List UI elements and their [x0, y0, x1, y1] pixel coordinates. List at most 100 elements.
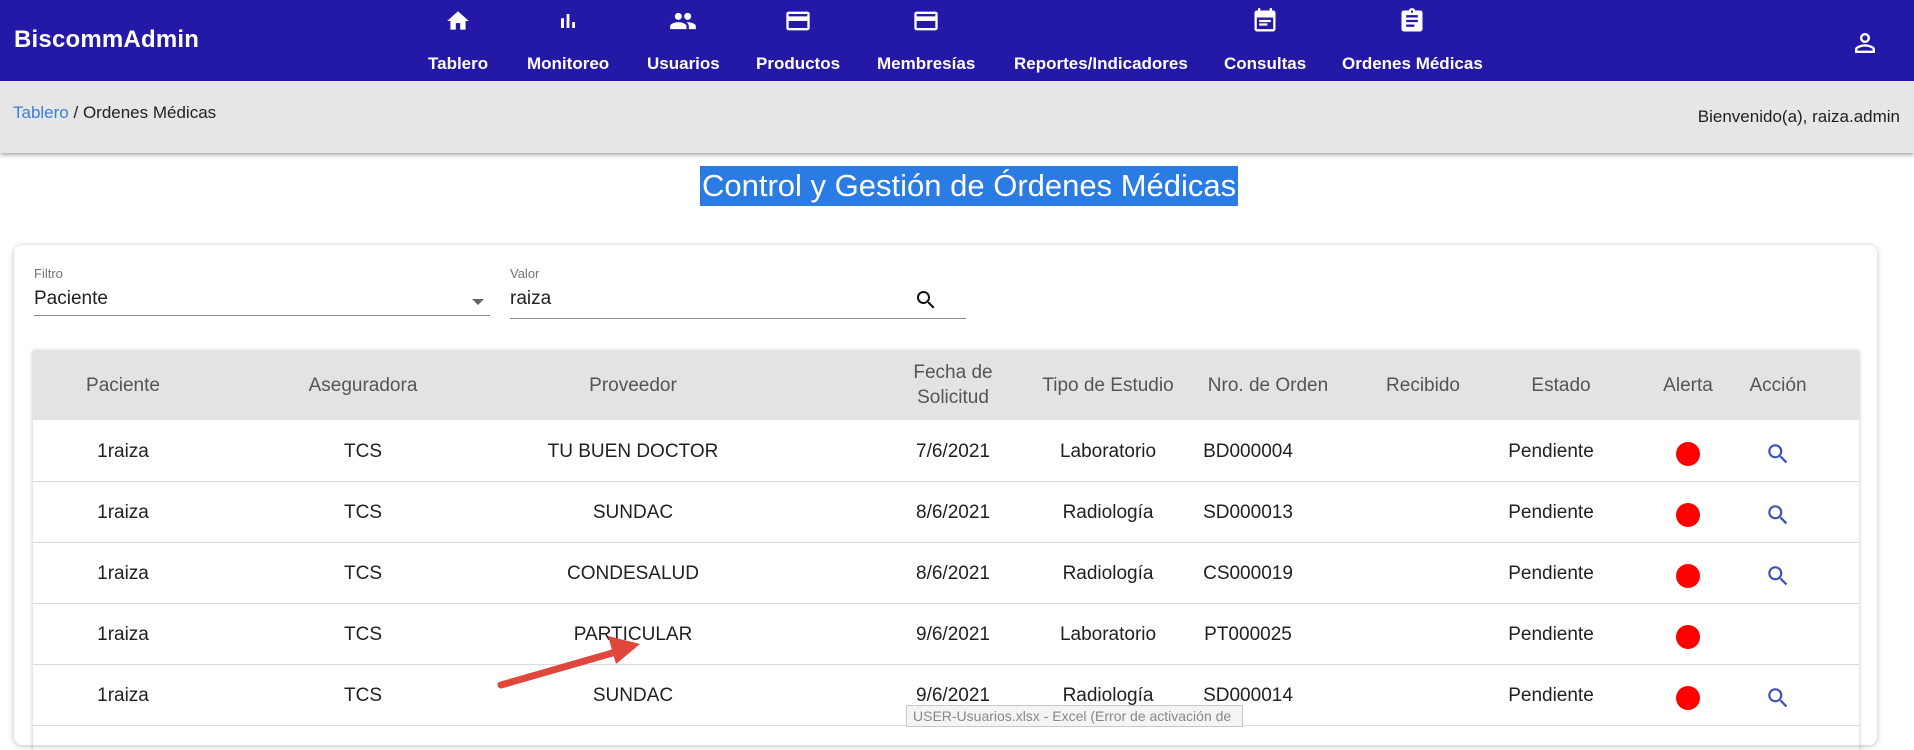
cell-estado: Pendiente — [1508, 501, 1594, 523]
nav-label: Consultas — [1224, 54, 1307, 73]
nav-label: Ordenes Médicas — [1342, 54, 1483, 73]
cell-nro-orden: CS000019 — [1203, 562, 1293, 584]
page-title: Control y Gestión de Órdenes Médicas — [700, 166, 1239, 206]
cell-aseguradora: TCS — [344, 684, 382, 706]
cell-accion — [1733, 604, 1823, 665]
nav-label: Reportes/Indicadores — [1014, 54, 1188, 73]
header-aseguradora[interactable]: Aseguradora — [283, 350, 443, 420]
account-icon[interactable] — [1850, 28, 1880, 58]
nav-label: Productos — [756, 54, 841, 73]
table-row[interactable]: 1raiza TCS CONDESALUD 8/6/2021 Radiología CS0… — [33, 543, 1859, 604]
nav-label: Membresías — [877, 54, 976, 73]
filter-value: Paciente — [34, 288, 108, 309]
search-icon[interactable] — [914, 288, 938, 312]
breadcrumb-home-link[interactable]: Tablero — [13, 103, 69, 122]
nav-item-ordenes-medicas[interactable]: Ordenes Médicas — [1342, 6, 1483, 78]
cell-alerta — [1643, 604, 1733, 665]
table-row[interactable]: 1raiza TCS SUNDAC 8/6/2021 Radiología SD00001… — [33, 482, 1859, 543]
search-input[interactable]: raiza — [510, 288, 551, 309]
value-label: Valor — [510, 266, 540, 281]
nav-item-monitoreo[interactable]: Monitoreo — [527, 6, 609, 78]
cell-recibido — [1353, 604, 1493, 665]
header-fecha-line1: Fecha de — [913, 362, 993, 383]
nav-item-reportes[interactable]: Reportes/Indicadores — [1014, 6, 1188, 78]
cell-recibido — [1353, 543, 1493, 604]
alert-status-dot — [1676, 441, 1700, 466]
nav-item-productos[interactable]: Productos — [756, 6, 840, 78]
alert-status-dot — [1676, 624, 1700, 649]
cell-nro-orden: SD000013 — [1203, 501, 1293, 523]
brand-title[interactable]: BiscommAdmin — [14, 26, 199, 54]
header-fecha[interactable]: Fecha de Solicitud — [893, 350, 1013, 420]
cell-estado: Pendiente — [1508, 623, 1594, 645]
cell-paciente: 1raiza — [97, 440, 149, 462]
nav-item-membresias[interactable]: Membresías — [877, 6, 975, 78]
header-proveedor[interactable]: Proveedor — [553, 350, 713, 420]
clipboard-icon — [1397, 6, 1427, 36]
view-details-search-icon[interactable] — [1765, 685, 1791, 711]
cell-recibido — [1353, 665, 1493, 726]
table-row[interactable]: 1raiza TCS TU BUEN DOCTOR 7/6/2021 Laborator… — [33, 421, 1859, 482]
header-accion[interactable]: Acción — [1733, 350, 1823, 420]
breadcrumb: Tablero / Ordenes Médicas — [13, 103, 216, 123]
header-tipo-estudio[interactable]: Tipo de Estudio — [1018, 350, 1198, 420]
cell-aseguradora: TCS — [344, 501, 382, 523]
app-bar: BiscommAdmin Tablero Monitoreo Usuarios … — [0, 0, 1914, 81]
header-estado[interactable]: Estado — [1501, 350, 1621, 420]
filter-label: Filtro — [34, 266, 63, 281]
cell-proveedor: SUNDAC — [592, 684, 674, 706]
header-alerta[interactable]: Alerta — [1643, 350, 1733, 420]
cell-aseguradora: TCS — [344, 623, 382, 645]
cell-estado: Pendiente — [1508, 684, 1594, 706]
cell-estado: Pendiente — [1508, 440, 1594, 462]
table-header: Paciente Aseguradora Proveedor Fecha de … — [33, 350, 1859, 420]
table-row[interactable]: 1raiza TCS PARTICULAR 9/6/2021 Laboratorio PT… — [33, 604, 1859, 665]
welcome-message: Bienvenido(a), raiza.admin — [1697, 107, 1900, 126]
alert-status-dot — [1676, 502, 1700, 527]
cell-accion — [1733, 543, 1823, 604]
breadcrumb-current: Ordenes Médicas — [82, 103, 217, 122]
people-icon — [668, 6, 698, 36]
cell-estado: Pendiente — [1508, 562, 1594, 584]
alert-status-dot — [1676, 685, 1700, 710]
cell-fecha: 8/6/2021 — [916, 501, 990, 523]
view-details-search-icon[interactable] — [1765, 441, 1791, 467]
cell-aseguradora: TCS — [344, 562, 382, 584]
cell-alerta — [1643, 543, 1733, 604]
nav-item-consultas[interactable]: Consultas — [1224, 6, 1306, 78]
cell-fecha: 7/6/2021 — [916, 440, 990, 462]
dropdown-arrow-icon[interactable] — [472, 299, 484, 305]
bar-chart-icon — [553, 6, 583, 36]
header-paciente[interactable]: Paciente — [53, 350, 193, 420]
taskbar-tooltip: USER-Usuarios.xlsx - Excel (Error de act… — [906, 705, 1243, 727]
cell-paciente: 1raiza — [97, 623, 149, 645]
nav-label: Tablero — [428, 54, 489, 73]
card-icon — [911, 6, 941, 36]
cell-proveedor: TU BUEN DOCTOR — [547, 440, 719, 462]
orders-table: Paciente Aseguradora Proveedor Fecha de … — [33, 350, 1859, 750]
cell-alerta — [1643, 665, 1733, 726]
header-recibido[interactable]: Recibido — [1353, 350, 1493, 420]
cell-accion — [1733, 421, 1823, 482]
view-details-search-icon[interactable] — [1765, 502, 1791, 528]
filter-select[interactable]: Filtro Paciente — [34, 266, 490, 316]
cell-recibido — [1353, 482, 1493, 543]
value-field[interactable]: Valor raiza — [510, 266, 966, 319]
cell-proveedor: PARTICULAR — [573, 623, 693, 645]
cell-accion — [1733, 665, 1823, 726]
view-details-search-icon[interactable] — [1765, 563, 1791, 589]
header-nro-orden[interactable]: Nro. de Orden — [1198, 350, 1338, 420]
header-fecha-line2: Solicitud — [917, 387, 989, 408]
cell-alerta — [1643, 482, 1733, 543]
cell-proveedor: CONDESALUD — [567, 562, 699, 584]
nav-item-tablero[interactable]: Tablero — [428, 6, 488, 78]
cell-fecha: 8/6/2021 — [916, 562, 990, 584]
cell-nro-orden: BD000004 — [1203, 440, 1293, 462]
cell-nro-orden: PT000025 — [1204, 623, 1292, 645]
breadcrumb-bar: Tablero / Ordenes Médicas Bienvenido(a),… — [0, 81, 1914, 153]
orders-card: Filtro Paciente Valor raiza Paciente Ase… — [14, 245, 1877, 745]
home-icon — [443, 6, 473, 36]
calendar-icon — [1250, 6, 1280, 36]
nav-item-usuarios[interactable]: Usuarios — [647, 6, 720, 78]
cell-paciente: 1raiza — [97, 684, 149, 706]
